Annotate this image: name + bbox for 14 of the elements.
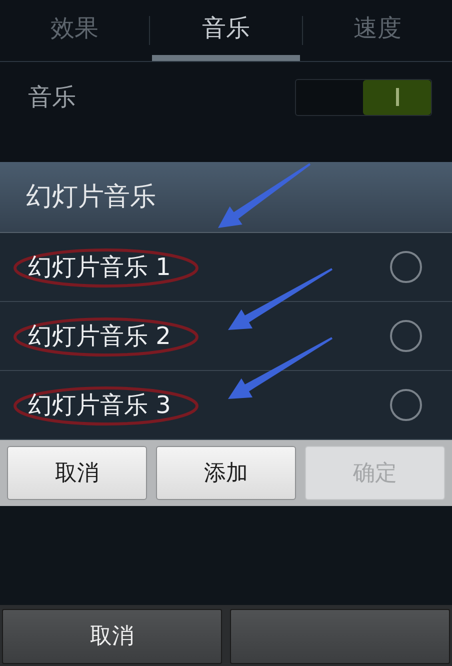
tab[interactable]: 音乐: [152, 0, 300, 61]
bottom-button[interactable]: [230, 609, 450, 664]
list-item[interactable]: 幻灯片音乐 2: [0, 302, 452, 371]
radio-button[interactable]: [390, 320, 422, 352]
setting-label: 音乐: [28, 82, 76, 113]
list-item[interactable]: 幻灯片音乐 1: [0, 233, 452, 302]
dialog-button[interactable]: 添加: [156, 446, 296, 500]
toggle-switch[interactable]: [295, 78, 432, 116]
dialog-button[interactable]: 取消: [7, 446, 147, 500]
dialog-title: 幻灯片音乐: [26, 180, 156, 214]
radio-button[interactable]: [390, 251, 422, 283]
radio-button[interactable]: [390, 389, 422, 421]
bottom-button[interactable]: 取消: [2, 609, 222, 664]
list-item[interactable]: 幻灯片音乐 3: [0, 371, 452, 440]
